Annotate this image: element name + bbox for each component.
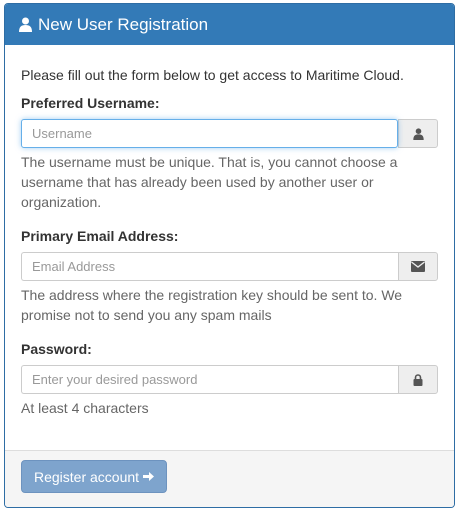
username-help: The username must be unique. That is, yo… (21, 154, 398, 210)
panel-title: New User Registration (38, 14, 209, 34)
username-label: Preferred Username: (21, 95, 160, 111)
user-icon (19, 17, 32, 32)
arrow-right-icon (143, 469, 155, 485)
email-label: Primary Email Address: (21, 228, 179, 244)
register-account-button[interactable]: Register account (21, 460, 168, 493)
lock-icon (398, 365, 438, 394)
register-account-label: Register account (34, 468, 140, 485)
email-help: The address where the registration key s… (21, 287, 403, 323)
username-input-group (21, 119, 438, 148)
panel-body: Please fill out the form below to get ac… (5, 45, 454, 418)
username-input[interactable] (21, 119, 398, 148)
email-input-group (21, 252, 438, 281)
envelope-icon (398, 252, 438, 281)
password-input[interactable] (21, 365, 398, 394)
panel-heading: New User Registration (5, 4, 454, 45)
password-help: At least 4 characters (21, 400, 149, 416)
email-input[interactable] (21, 252, 398, 281)
registration-panel: New User Registration Please fill out th… (4, 3, 455, 508)
intro-text: Please fill out the form below to get ac… (21, 67, 404, 83)
panel-footer: Register account (5, 450, 454, 507)
user-icon (398, 119, 438, 148)
password-label: Password: (21, 341, 92, 357)
password-input-group (21, 365, 438, 394)
